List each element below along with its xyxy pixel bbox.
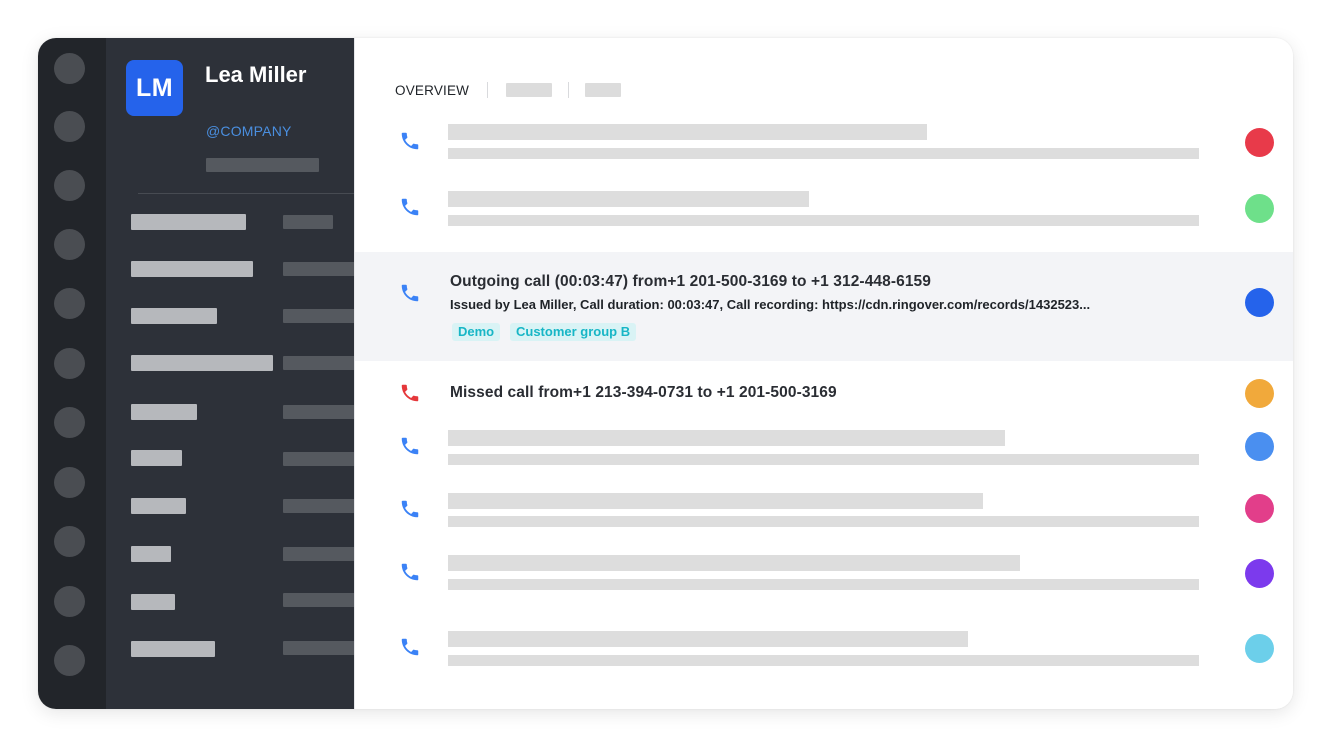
- placeholder-bar: [448, 124, 927, 140]
- sidebar-item-value: [283, 356, 354, 370]
- call-row[interactable]: [355, 176, 1293, 242]
- status-dot: [1245, 379, 1274, 408]
- sidebar-item[interactable]: [131, 355, 273, 371]
- rail-nav-icon[interactable]: [54, 526, 85, 557]
- placeholder-bar: [206, 158, 319, 172]
- placeholder-bar: [448, 454, 1199, 465]
- call-row[interactable]: [355, 110, 1293, 176]
- call-title: Outgoing call (00:03:47) from+1 201-500-…: [450, 273, 932, 290]
- status-dot: [1245, 432, 1274, 461]
- sidebar: LM Lea Miller @COMPANY: [106, 38, 354, 709]
- tab-placeholder[interactable]: [585, 83, 622, 97]
- sidebar-item[interactable]: [131, 450, 182, 466]
- sidebar-item[interactable]: [131, 546, 171, 562]
- sidebar-item-value: [283, 405, 354, 419]
- phone-icon: [401, 437, 419, 455]
- rail-nav-icon[interactable]: [54, 111, 85, 142]
- phone-missed-icon: [401, 384, 419, 402]
- sidebar-item[interactable]: [131, 404, 197, 420]
- phone-icon: [401, 132, 419, 150]
- placeholder-bar: [448, 148, 1199, 159]
- call-row[interactable]: [355, 547, 1293, 615]
- rail-nav-icon[interactable]: [54, 586, 85, 617]
- sidebar-item[interactable]: [131, 214, 246, 230]
- rail-nav-icon[interactable]: [54, 170, 85, 201]
- sidebar-item[interactable]: [131, 308, 217, 324]
- tab-placeholder[interactable]: [506, 83, 553, 97]
- placeholder-bar: [448, 493, 983, 509]
- phone-icon: [401, 563, 419, 581]
- sidebar-item-value: [283, 593, 354, 607]
- placeholder-bar: [448, 516, 1199, 527]
- icon-rail: [38, 38, 106, 709]
- placeholder-bar: [448, 631, 968, 647]
- call-row[interactable]: [355, 615, 1293, 683]
- tag-demo[interactable]: Demo: [452, 323, 501, 341]
- phone-icon: [401, 198, 419, 216]
- app-window: LM Lea Miller @COMPANY OVERVIEW Outgoing…: [38, 38, 1293, 709]
- main-panel: OVERVIEW Outgoing call (00:03:47) from+1…: [354, 38, 1293, 709]
- tab-divider: [487, 82, 489, 98]
- tab-divider: [568, 82, 570, 98]
- status-dot: [1245, 559, 1274, 588]
- status-dot: [1245, 634, 1274, 663]
- placeholder-bar: [448, 579, 1199, 590]
- sidebar-item[interactable]: [131, 261, 253, 277]
- rail-nav-icon[interactable]: [54, 407, 85, 438]
- placeholder-bar: [448, 191, 809, 207]
- placeholder-bar: [448, 430, 1005, 446]
- sidebar-item-value: [283, 309, 354, 323]
- sidebar-item-value: [283, 215, 333, 229]
- call-row-selected[interactable]: Outgoing call (00:03:47) from+1 201-500-…: [355, 252, 1293, 361]
- sidebar-item[interactable]: [131, 641, 215, 657]
- user-company: @COMPANY: [206, 123, 292, 139]
- rail-nav-icon[interactable]: [54, 348, 85, 379]
- placeholder-bar: [448, 555, 1020, 571]
- rail-nav-icon[interactable]: [54, 53, 85, 84]
- call-row[interactable]: [355, 423, 1293, 485]
- phone-icon: [401, 500, 419, 518]
- sidebar-item-value: [283, 547, 354, 561]
- call-row[interactable]: [355, 485, 1293, 547]
- status-dot: [1245, 288, 1274, 317]
- status-dot: [1245, 494, 1274, 523]
- tab-overview[interactable]: OVERVIEW: [395, 83, 469, 98]
- user-name: Lea Miller: [205, 62, 307, 87]
- sidebar-item-value: [283, 499, 354, 513]
- call-row[interactable]: Missed call from+1 213-394-0731 to +1 20…: [355, 361, 1293, 423]
- call-title: Missed call from+1 213-394-0731 to +1 20…: [450, 384, 837, 401]
- placeholder-bar: [448, 215, 1199, 226]
- phone-icon: [401, 284, 419, 302]
- sidebar-item-value: [283, 641, 354, 655]
- rail-nav-icon[interactable]: [54, 467, 85, 498]
- tag-customer-group[interactable]: Customer group B: [510, 323, 637, 341]
- divider: [138, 193, 354, 194]
- sidebar-item-value: [283, 262, 354, 276]
- sidebar-item[interactable]: [131, 498, 186, 514]
- placeholder-bar: [448, 655, 1199, 666]
- phone-icon: [401, 638, 419, 656]
- status-dot: [1245, 194, 1274, 223]
- status-dot: [1245, 128, 1274, 157]
- rail-nav-icon[interactable]: [54, 288, 85, 319]
- rail-nav-icon[interactable]: [54, 645, 85, 676]
- sidebar-item[interactable]: [131, 594, 175, 610]
- rail-nav-icon[interactable]: [54, 229, 85, 260]
- avatar[interactable]: LM: [126, 60, 183, 116]
- sidebar-item-value: [283, 452, 354, 466]
- call-details: Issued by Lea Miller, Call duration: 00:…: [450, 297, 1091, 312]
- tab-bar: OVERVIEW: [395, 81, 622, 99]
